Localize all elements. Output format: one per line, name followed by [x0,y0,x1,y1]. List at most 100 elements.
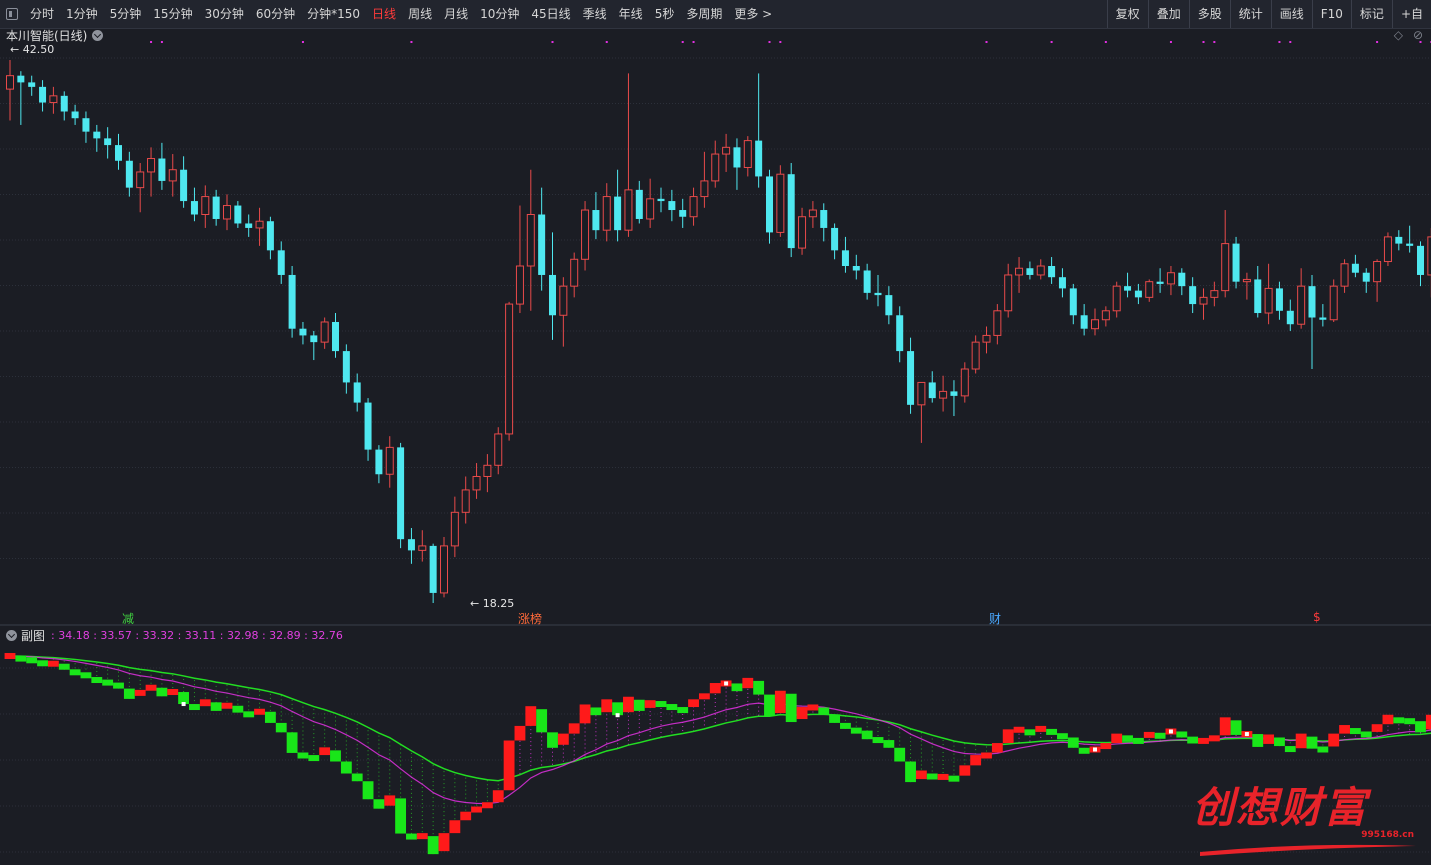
period-tab-16[interactable]: 更多 > [728,0,778,28]
period-tab-14[interactable]: 5秒 [649,0,681,28]
candle-body [1221,243,1230,292]
sub-step-block [1154,732,1166,739]
period-tab-0[interactable]: 分时 [24,0,60,28]
signal-marker [150,41,153,43]
toolbar-action-6[interactable]: 标记 [1350,0,1392,28]
sub-step-block [1339,725,1350,734]
watermark-text: 创想财富 [1192,783,1369,832]
period-tab-5[interactable]: 60分钟 [250,0,301,28]
period-tab-8[interactable]: 周线 [402,0,438,28]
kline-chart[interactable] [0,28,1431,865]
sub-step-block [243,711,255,718]
sub-step-block [1143,731,1155,738]
sub-step-block [774,690,786,714]
sub-step-block [1382,714,1394,725]
toolbar-action-0[interactable]: 复权 [1106,0,1148,28]
period-toolbar: 分时 1分钟 5分钟 15分钟 30分钟 60分钟 分钟*150 日线 周线 月线 10分钟 45日线… [0,0,1431,29]
candle-body [1058,277,1066,289]
candle-body [928,382,936,399]
sub-step-block [1067,737,1079,748]
candle-body [592,210,600,231]
sub-step-block [406,833,417,840]
sub-step-block [308,755,320,762]
candle-body [418,545,427,551]
period-tab-9[interactable]: 月线 [438,0,474,28]
period-tab-11[interactable]: 45日线 [525,0,576,28]
toolbar-action-4[interactable]: 画线 [1270,0,1312,28]
period-tab-2[interactable]: 5分钟 [104,0,148,28]
candle-body [515,265,524,305]
signal-marker [410,41,413,43]
sub-step-block [492,790,504,803]
swoosh-icon [1200,844,1416,856]
candle-body [1417,245,1424,275]
candle-body [1026,268,1034,275]
period-tab-12[interactable]: 季线 [577,0,613,28]
sub-step-block [1404,718,1416,725]
toolbar-action-2[interactable]: 多股 [1188,0,1230,28]
sub-step-block [1176,731,1188,738]
chevron-down-icon[interactable] [6,629,17,641]
candle-body [1178,272,1186,287]
toolbar-action-3[interactable]: 统计 [1229,0,1271,28]
event-marker-dollar[interactable]: $ [1313,610,1321,624]
candle-body [635,189,643,219]
period-tab-10[interactable]: 10分钟 [474,0,525,28]
candle-body [1166,272,1175,285]
period-tab-6[interactable]: 分钟*150 [301,0,366,28]
toolbar-action-7[interactable]: +自 [1391,0,1431,28]
candle-body [461,489,470,513]
sub-step-block [340,761,352,774]
candle-body [679,210,687,217]
event-marker-reduce[interactable]: 减 [122,610,134,627]
candle-body [538,214,546,275]
sub-step-block [26,657,38,664]
candle-body [1199,296,1208,305]
event-marker-limit-up-list[interactable]: 涨榜 [518,610,542,627]
period-tab-13[interactable]: 年线 [613,0,649,28]
watermark-url: 995168.cn [1361,830,1414,840]
event-marker-finance[interactable]: 财 [989,610,1001,627]
panel-toggle-icon[interactable] [6,8,18,20]
sub-step-block [1306,736,1318,749]
candle-body [93,131,101,139]
candle-body [277,250,285,275]
sub-step-block [384,795,396,806]
period-tab-15[interactable]: 多周期 [680,0,728,28]
sub-step-block [254,708,265,715]
sub-step-block [438,833,450,852]
sub-signal-dot [615,713,620,718]
sub-step-block [1219,717,1231,736]
candle-body [808,209,817,218]
period-tab-1[interactable]: 1分钟 [60,0,104,28]
candle-body [787,174,795,249]
candle-body [1112,285,1121,312]
sub-step-block [937,773,949,780]
candle-body [158,158,166,181]
sub-step-block [1284,746,1296,753]
sub-step-block [698,693,710,700]
sub-step-block [601,699,613,713]
candle-body [798,216,807,249]
period-tab-3[interactable]: 15分钟 [147,0,198,28]
high-price-label: ← 42.50 [10,43,55,56]
toolbar-action-1[interactable]: 叠加 [1147,0,1189,28]
candle-body [505,303,514,435]
candle-body [190,201,198,215]
candle-body [1048,266,1056,278]
sub-step-block [850,727,862,734]
sub-step-block [113,682,124,689]
toolbar-action-5[interactable]: F10 [1311,0,1351,28]
candle-body [125,160,133,188]
sub-step-block [199,699,211,707]
period-tab-4[interactable]: 30分钟 [199,0,250,28]
candle-body [982,334,991,343]
sub-step-block [1328,733,1340,747]
sub-signal-dot [1168,729,1173,734]
sub-step-block [1317,746,1329,753]
candle-body [602,196,611,231]
period-tab-7[interactable]: 日线 [366,0,402,28]
candle-body [168,169,177,182]
sub-step-block [709,683,721,694]
sub-step-block [991,743,1003,753]
